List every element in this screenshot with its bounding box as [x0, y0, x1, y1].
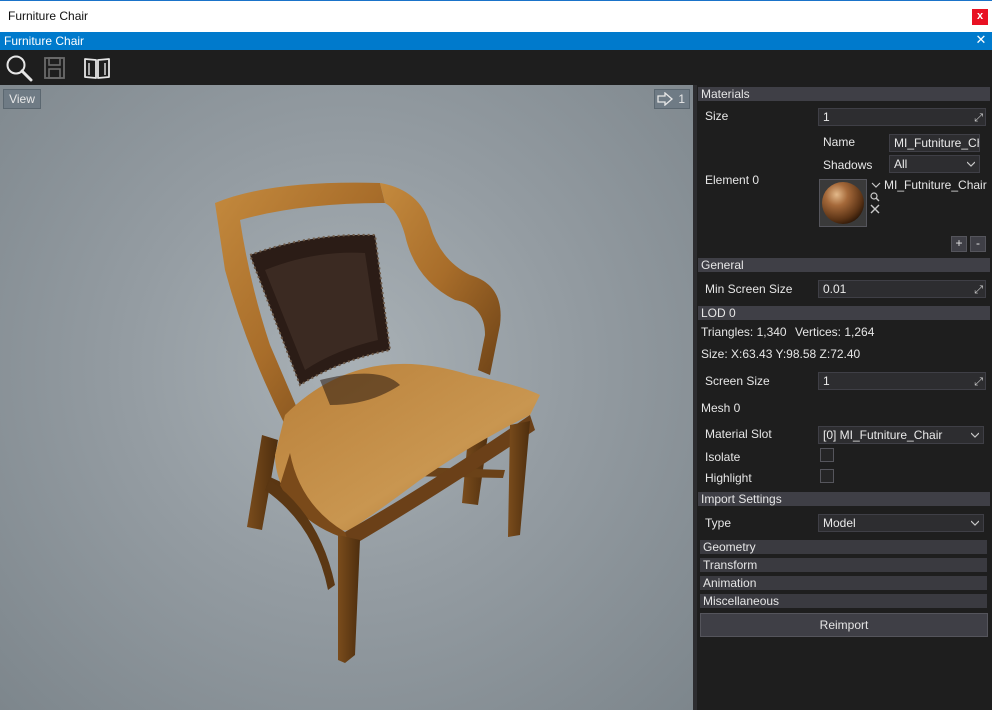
- window-close-button[interactable]: x: [972, 9, 988, 25]
- camera-speed-button[interactable]: 1: [654, 89, 690, 109]
- screen-size-value: 1: [823, 374, 830, 388]
- add-material-button[interactable]: +: [951, 236, 967, 252]
- find-asset-icon[interactable]: [870, 192, 880, 202]
- miscellaneous-section[interactable]: Miscellaneous: [700, 594, 987, 608]
- vertices-count: Vertices: 1,264: [795, 325, 875, 339]
- model-viewport[interactable]: View 1: [0, 85, 693, 710]
- camera-speed-icon: [657, 92, 673, 106]
- screen-size-label: Screen Size: [705, 374, 770, 388]
- tab-title[interactable]: Furniture Chair: [4, 34, 84, 48]
- mesh-0-label[interactable]: Mesh 0: [701, 401, 740, 415]
- chevron-down-icon: [971, 520, 979, 526]
- chevron-down-icon: [971, 432, 979, 438]
- search-icon: [6, 55, 33, 82]
- material-asset-name[interactable]: MI_Futniture_Chair: [884, 178, 987, 192]
- expand-icon[interactable]: ⤢: [974, 110, 983, 125]
- material-slot-value: [0] MI_Futniture_Chair: [823, 428, 943, 442]
- materials-size-value: 1: [823, 110, 830, 124]
- isolate-checkbox[interactable]: [820, 448, 834, 462]
- tab-close-button[interactable]: ✕: [974, 33, 988, 47]
- isolate-label: Isolate: [705, 450, 741, 464]
- search-button[interactable]: [4, 54, 34, 82]
- window-title-bar: Furniture Chair x: [0, 0, 992, 32]
- min-screen-size-field[interactable]: 0.01 ⤢: [818, 280, 986, 298]
- material-thumbnail[interactable]: [819, 179, 867, 227]
- chevron-down-icon[interactable]: [871, 181, 881, 189]
- materials-size-label: Size: [705, 109, 729, 123]
- book-icon: [84, 58, 110, 79]
- shadows-dropdown[interactable]: All: [889, 155, 980, 173]
- material-name-label: Name: [823, 135, 856, 149]
- expand-icon[interactable]: ⤢: [974, 374, 983, 389]
- type-label: Type: [705, 516, 732, 530]
- chair-model-preview: [215, 182, 540, 663]
- triangles-count: Triangles: 1,340: [701, 325, 787, 339]
- materials-size-field[interactable]: 1 ⤢: [818, 108, 986, 126]
- lod0-header[interactable]: LOD 0: [698, 306, 990, 320]
- element-label: Element 0: [705, 173, 760, 187]
- save-button[interactable]: [42, 54, 72, 82]
- import-settings-header[interactable]: Import Settings: [698, 492, 990, 506]
- import-type-value: Model: [823, 516, 856, 530]
- min-screen-size-value: 0.01: [823, 282, 847, 296]
- clear-asset-icon[interactable]: [870, 204, 880, 214]
- toolbar: [0, 50, 992, 85]
- camera-speed-value: 1: [678, 92, 685, 106]
- import-type-dropdown[interactable]: Model: [818, 514, 984, 532]
- highlight-label: Highlight: [705, 471, 752, 485]
- remove-material-button[interactable]: -: [970, 236, 986, 252]
- editor-tab-bar: Furniture Chair ✕: [0, 32, 992, 50]
- view-menu-button[interactable]: View: [3, 89, 41, 109]
- min-screen-size-label: Min Screen Size: [705, 282, 793, 296]
- save-icon: [44, 57, 65, 79]
- mesh-size: Size: X:63.43 Y:98.58 Z:72.40: [701, 347, 861, 361]
- highlight-checkbox[interactable]: [820, 469, 834, 483]
- animation-section[interactable]: Animation: [700, 576, 987, 590]
- shadows-label: Shadows: [823, 158, 873, 172]
- window-title: Furniture Chair: [8, 9, 89, 23]
- reimport-button[interactable]: Reimport: [700, 613, 988, 637]
- transform-section[interactable]: Transform: [700, 558, 987, 572]
- expand-icon[interactable]: ⤢: [974, 282, 983, 297]
- material-sphere-preview: [822, 182, 864, 224]
- shadows-value: All: [894, 157, 908, 171]
- screen-size-field[interactable]: 1 ⤢: [818, 372, 986, 390]
- properties-panel: Materials Size 1 ⤢ Element 0 Name MI_Fut…: [697, 85, 992, 710]
- docs-button[interactable]: [82, 54, 112, 82]
- general-header[interactable]: General: [698, 258, 990, 272]
- chevron-down-icon: [967, 161, 975, 167]
- geometry-section[interactable]: Geometry: [700, 540, 987, 554]
- material-name-field[interactable]: MI_Futniture_Chair: [889, 134, 980, 152]
- material-slot-label: Material Slot: [705, 427, 772, 441]
- material-slot-dropdown[interactable]: [0] MI_Futniture_Chair: [818, 426, 984, 444]
- materials-header[interactable]: Materials: [698, 87, 990, 101]
